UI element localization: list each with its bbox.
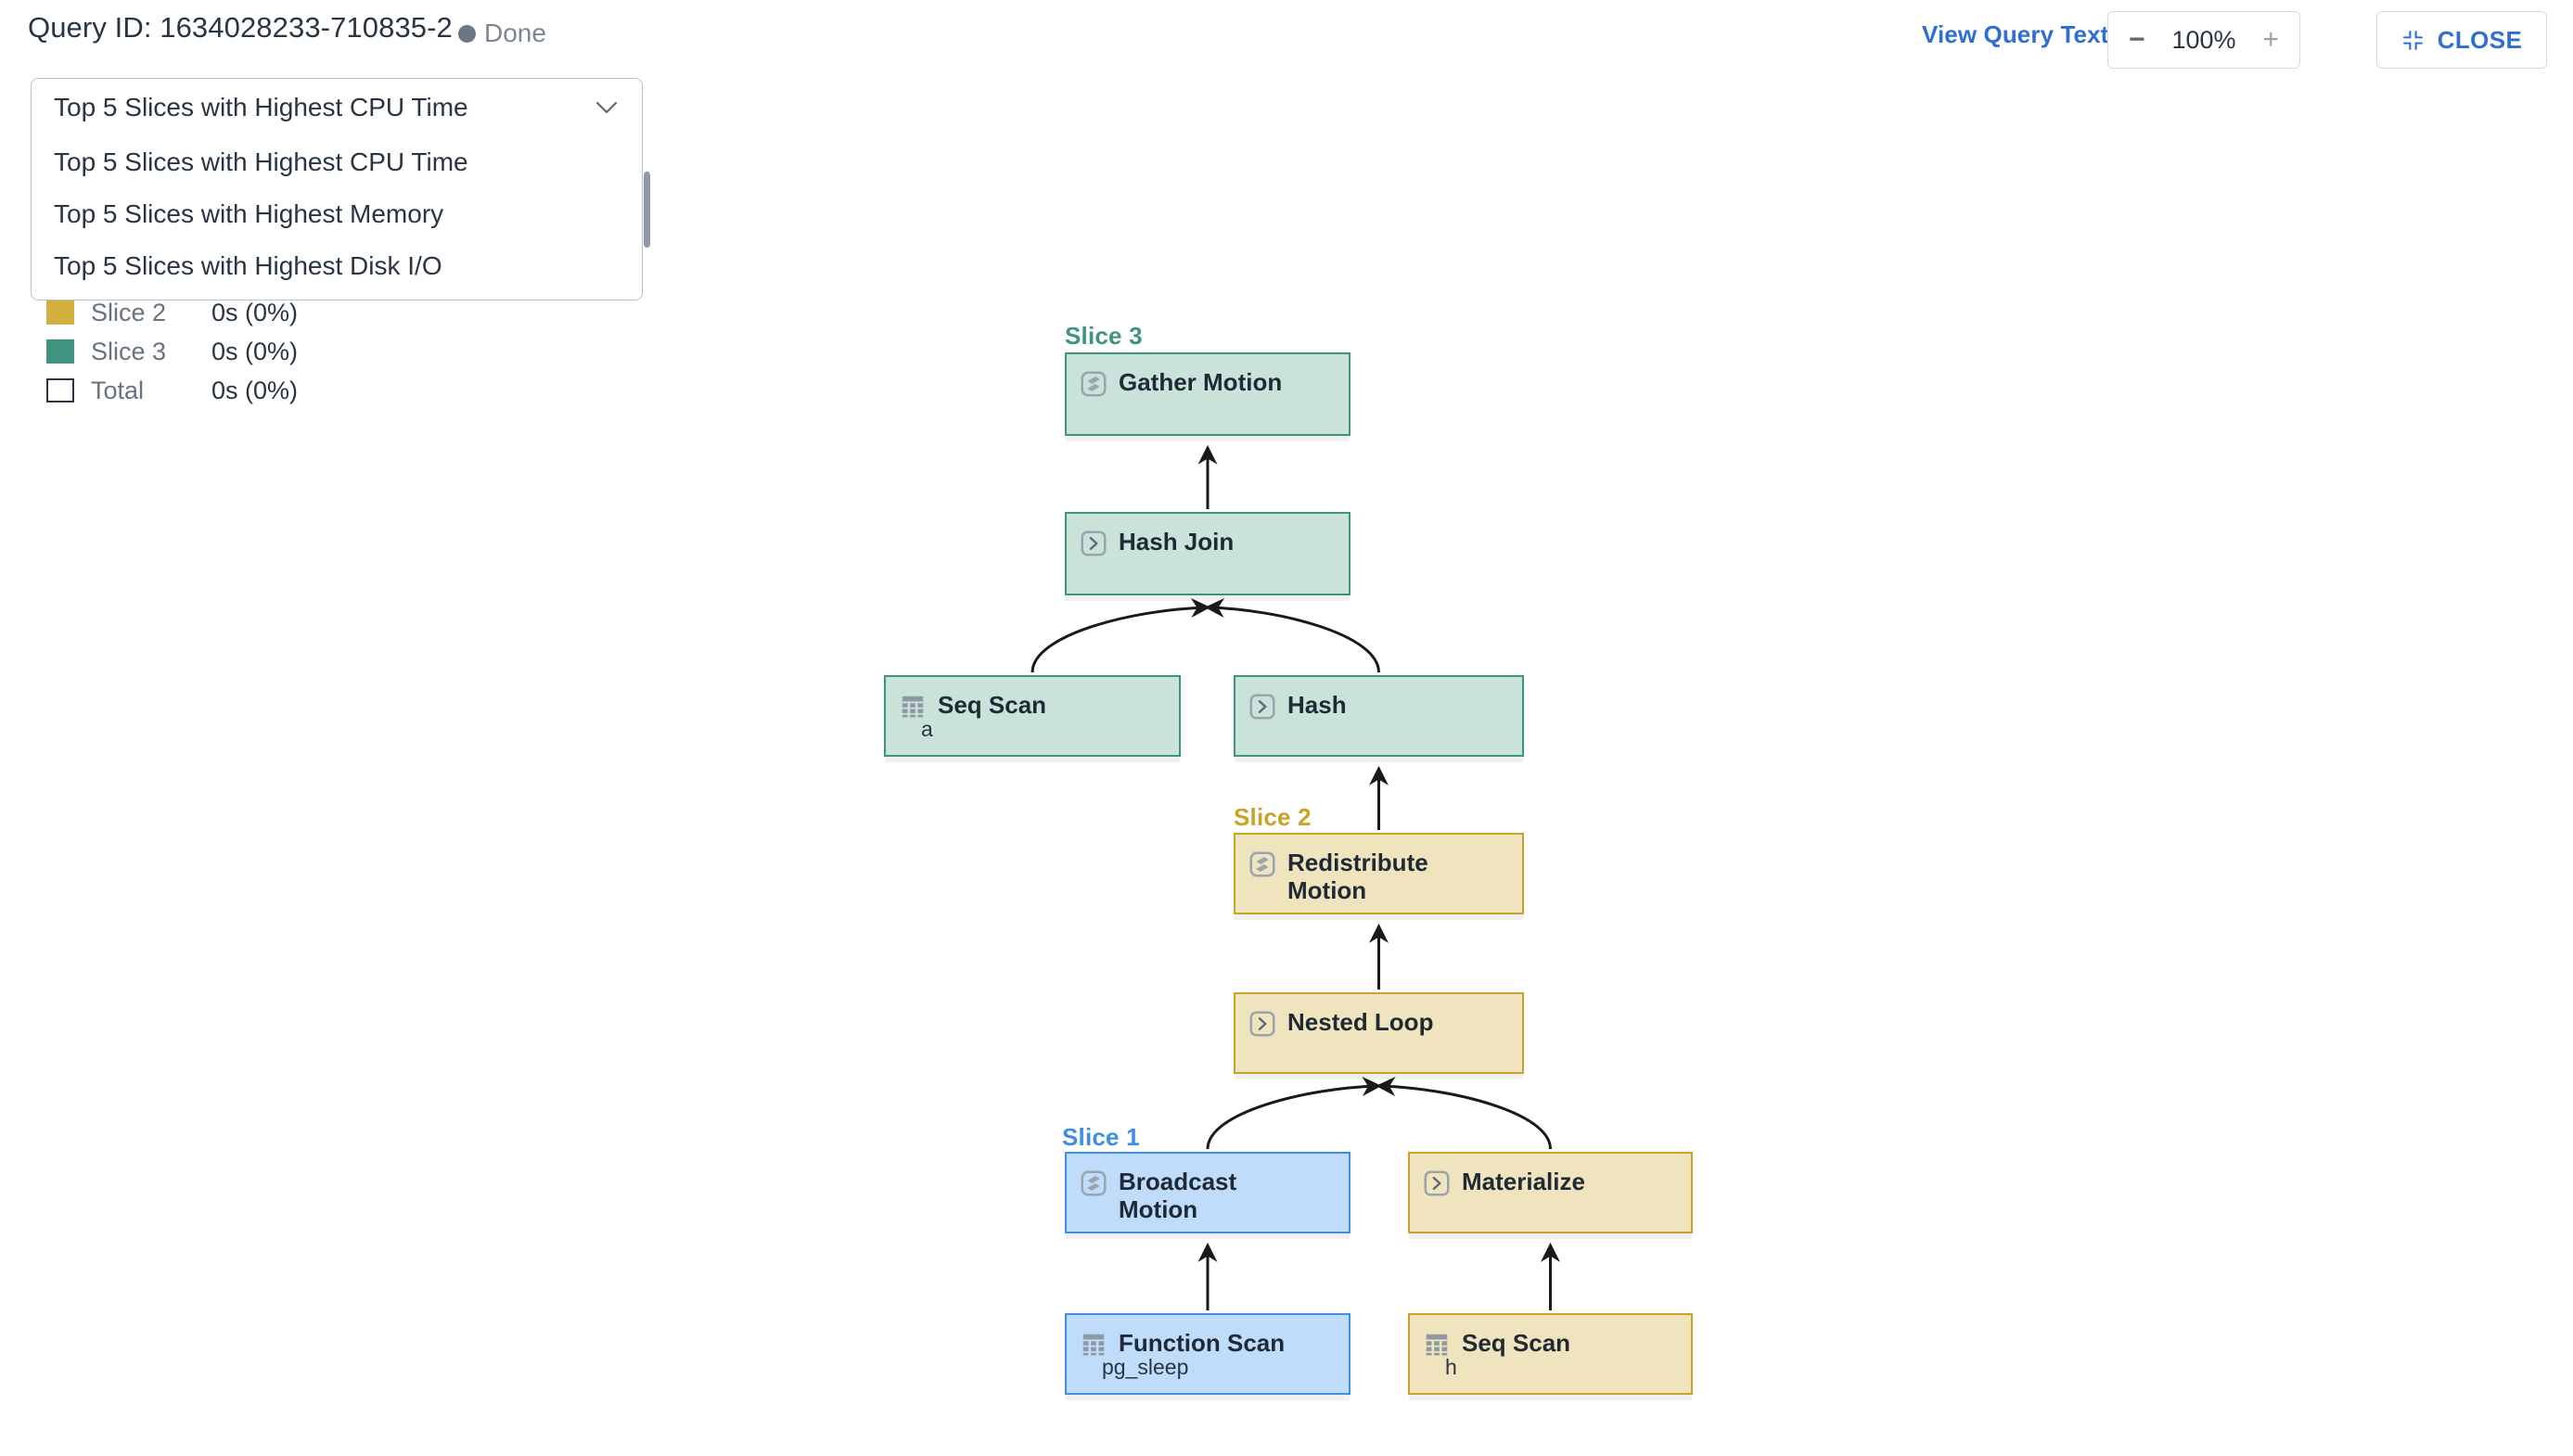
plan-node-subtitle: h [1445, 1355, 1457, 1379]
dropdown-selected-row[interactable]: Top 5 Slices with Highest CPU Time [32, 79, 642, 136]
plan-node-materialize[interactable]: Materialize [1408, 1152, 1693, 1233]
legend-row[interactable]: Total 0s (0%) [46, 371, 298, 410]
plan-node-title: Hash Join [1119, 528, 1235, 556]
dropdown-option-1[interactable]: Top 5 Slices with Highest Memory [32, 188, 642, 240]
chevron-icon [1424, 1170, 1450, 1196]
plan-node-subtitle: a [921, 717, 933, 741]
chevron-down-icon [595, 101, 618, 114]
plan-node-header: Function Scan [1067, 1315, 1349, 1359]
plan-node-title: Seq Scan [938, 691, 1047, 719]
dropdown-scrollbar[interactable] [644, 172, 650, 248]
plan-node-seq-scan-h[interactable]: Seq Scan h [1408, 1313, 1693, 1395]
graph-edge [1376, 1076, 1552, 1150]
plan-node-seq-scan-a[interactable]: Seq Scan a [884, 675, 1181, 757]
chevron-icon [1249, 1011, 1275, 1037]
slice-label: Slice 1 [1062, 1123, 1140, 1151]
plan-node-header: Seq Scan [1410, 1315, 1691, 1359]
plan-node-gather-motion[interactable]: Gather Motion [1065, 352, 1351, 436]
slice-label: Slice 2 [1234, 803, 1312, 831]
legend-row[interactable]: Slice 3 0s (0%) [46, 332, 298, 371]
plan-node-header: Materialize [1410, 1154, 1691, 1197]
plan-node-title: Function Scan [1119, 1329, 1286, 1357]
plan-node-header: Nested Loop [1235, 994, 1522, 1038]
chevron-icon [1249, 694, 1275, 720]
motion-icon [1081, 371, 1107, 397]
plan-node-hash-join[interactable]: Hash Join [1065, 512, 1351, 595]
plan-node-header: Hash [1235, 677, 1522, 721]
legend-checkbox-icon[interactable] [46, 378, 74, 402]
dropdown-option-label: Top 5 Slices with Highest Memory [54, 199, 444, 228]
dropdown-option-label: Top 5 Slices with Highest CPU Time [54, 147, 468, 176]
plan-node-hash[interactable]: Hash [1234, 675, 1524, 757]
plan-node-title: Materialize [1462, 1168, 1585, 1195]
motion-icon [1249, 851, 1275, 877]
dropdown-option-2[interactable]: Top 5 Slices with Highest Disk I/O [32, 240, 642, 292]
legend-value: 0s (0%) [211, 376, 299, 404]
legend-label: Total [91, 376, 145, 404]
plan-node-subtitle: pg_sleep [1102, 1355, 1189, 1379]
plan-node-broadcast-motion[interactable]: Broadcast Motion [1065, 1152, 1351, 1233]
dropdown-selected-value: Top 5 Slices with Highest CPU Time [54, 93, 468, 121]
plan-node-function-scan[interactable]: Function Scan pg_sleep [1065, 1313, 1351, 1395]
chevron-icon [1081, 530, 1107, 556]
graph-edge [1204, 597, 1380, 673]
plan-node-header: Hash Join [1067, 514, 1349, 557]
plan-node-title: Hash [1287, 691, 1347, 719]
plan-node-header: Redistribute Motion [1235, 835, 1522, 905]
plan-node-redistribute-motion[interactable]: Redistribute Motion [1234, 833, 1524, 914]
plan-node-title: Seq Scan [1462, 1329, 1571, 1357]
legend-label: Slice 2 [91, 298, 167, 326]
plan-node-title: Gather Motion [1119, 368, 1283, 396]
graph-edge [1206, 1076, 1382, 1150]
legend-value: 0s (0%) [211, 337, 299, 365]
slice-legend: Slice 2 0s (0%) Slice 3 0s (0%) Total 0s (0%) [46, 293, 298, 410]
plan-node-title: Redistribute Motion [1287, 849, 1428, 905]
legend-value: 0s (0%) [211, 298, 299, 326]
plan-node-title: Nested Loop [1287, 1008, 1434, 1036]
legend-color-swatch[interactable] [46, 300, 74, 325]
plan-node-header: Gather Motion [1067, 354, 1349, 398]
graph-edge [1030, 597, 1211, 673]
plan-node-title: Broadcast Motion [1119, 1168, 1237, 1224]
plan-node-header: Seq Scan [886, 677, 1179, 721]
plan-node-nested-loop[interactable]: Nested Loop [1234, 992, 1524, 1074]
legend-color-swatch[interactable] [46, 339, 74, 364]
dropdown-option-0[interactable]: Top 5 Slices with Highest CPU Time [32, 136, 642, 188]
dropdown-option-label: Top 5 Slices with Highest Disk I/O [54, 251, 442, 280]
slice-metric-dropdown[interactable]: Top 5 Slices with Highest CPU Time Top 5… [31, 78, 643, 300]
motion-icon [1081, 1170, 1107, 1196]
legend-label: Slice 3 [91, 337, 167, 365]
slice-label: Slice 3 [1065, 322, 1143, 350]
plan-node-header: Broadcast Motion [1067, 1154, 1349, 1224]
